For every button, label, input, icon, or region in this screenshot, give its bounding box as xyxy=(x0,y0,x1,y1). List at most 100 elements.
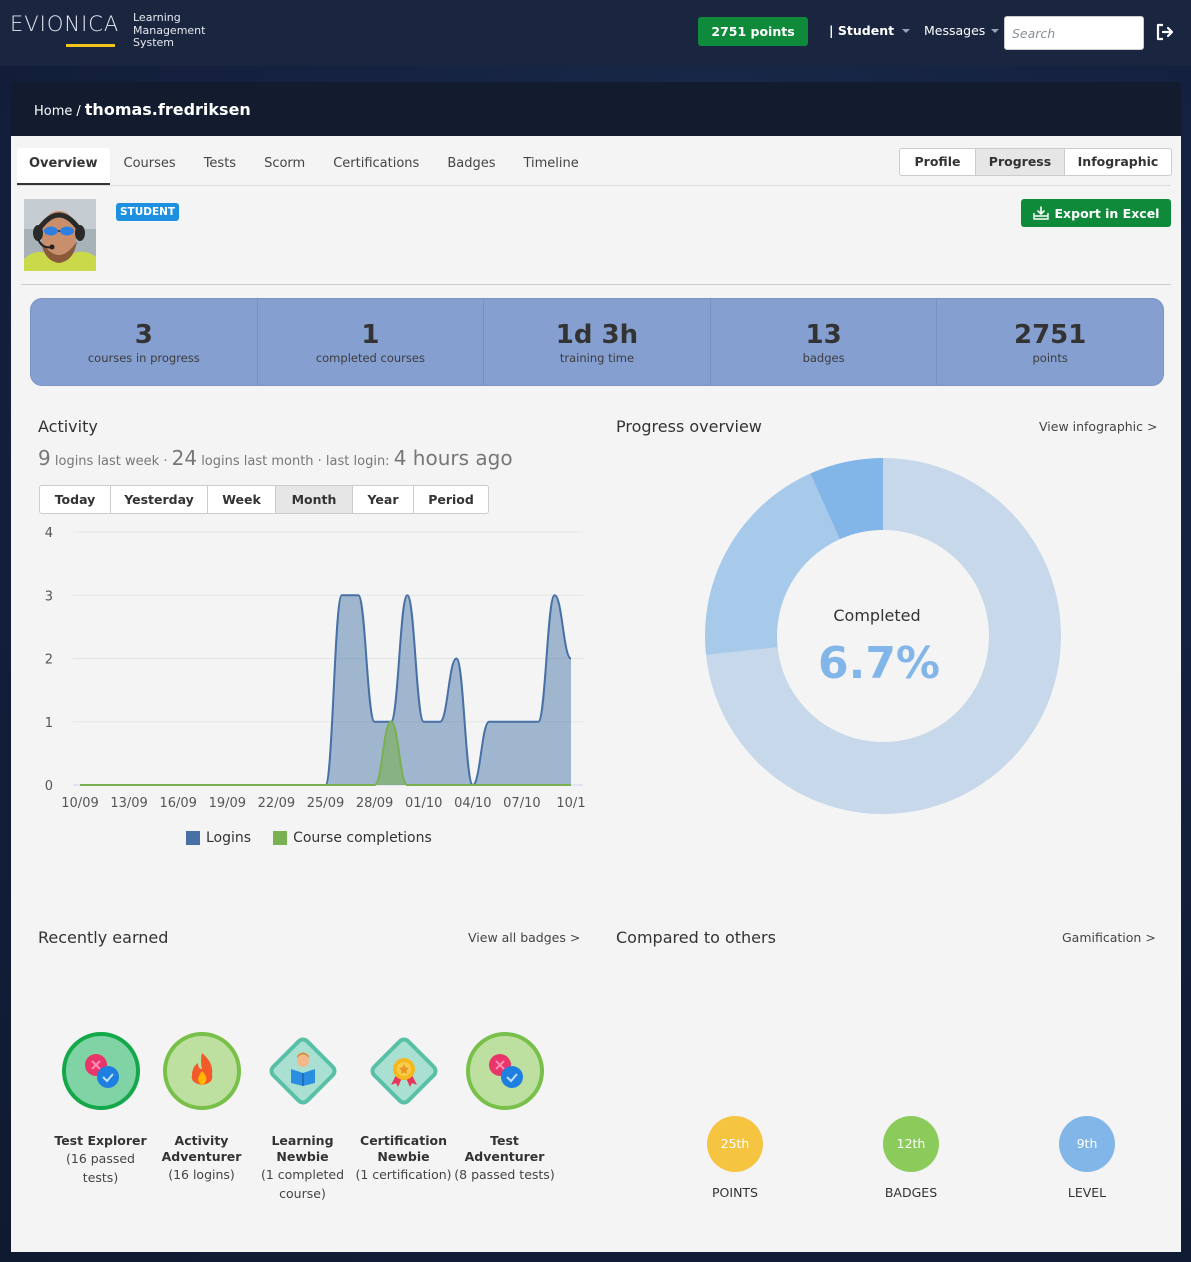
logo-subtitle-line: System xyxy=(133,36,175,49)
infographic-view-button[interactable]: Infographic xyxy=(1065,149,1171,175)
legend-course-completions[interactable]: Course completions xyxy=(273,830,432,846)
rank-badges: 12th BADGES xyxy=(823,1116,999,1200)
y-tick-label: 3 xyxy=(45,589,53,604)
tab-scorm[interactable]: Scorm xyxy=(250,148,319,186)
rank-list: 25th POINTS 12th BADGES 9th LEVEL xyxy=(647,1116,1175,1200)
x-tick-label: 16/09 xyxy=(159,796,196,811)
chevron-down-icon xyxy=(991,28,1000,33)
y-tick-label: 2 xyxy=(45,653,53,668)
legend-swatch-logins xyxy=(186,831,200,845)
x-tick-label: 28/09 xyxy=(356,796,393,811)
export-excel-label: Export in Excel xyxy=(1054,205,1160,221)
badge-name: Test Explorer xyxy=(54,1133,147,1148)
test-icon xyxy=(465,1032,544,1110)
download-icon xyxy=(1032,206,1049,220)
messages-menu[interactable]: Messages xyxy=(924,23,1000,38)
range-year-button[interactable]: Year xyxy=(353,486,414,513)
badge-name: Learning Newbie xyxy=(271,1133,334,1164)
badge-test-adventurer[interactable]: Test Adventurer (8 passed tests) xyxy=(454,1031,555,1203)
logout-icon[interactable] xyxy=(1155,22,1175,42)
rank-label: LEVEL xyxy=(1067,1185,1107,1200)
x-tick-label: 07/10 xyxy=(503,796,540,811)
range-period-button[interactable]: Period xyxy=(414,486,488,513)
badge-name: Activity Adventurer xyxy=(161,1133,242,1164)
export-excel-button[interactable]: Export in Excel xyxy=(1021,199,1171,227)
tab-certifications[interactable]: Certifications xyxy=(319,148,433,186)
stat-courses-in-progress: 3 courses in progress xyxy=(31,299,258,385)
range-today-button[interactable]: Today xyxy=(40,486,111,513)
badge-desc: (8 passed tests) xyxy=(454,1167,555,1182)
x-tick-label: 10/09 xyxy=(61,796,98,811)
donut-slice-in-progress[interactable] xyxy=(705,473,840,655)
logins-week-count: 9 xyxy=(38,446,51,470)
gamification-link[interactable]: Gamification > xyxy=(1062,930,1156,945)
tab-tests[interactable]: Tests xyxy=(190,148,250,186)
badge-certification-newbie[interactable]: Certification Newbie (1 certification) xyxy=(353,1031,454,1203)
rank-label: POINTS xyxy=(712,1185,758,1200)
series-area-logins xyxy=(80,595,571,785)
test-icon xyxy=(61,1032,140,1110)
stat-value: 1d 3h xyxy=(555,320,639,350)
stat-value: 3 xyxy=(134,320,153,350)
stat-badges: 13 badges xyxy=(711,299,938,385)
role-menu-label: | Student xyxy=(829,23,895,38)
breadcrumb-current: thomas.fredriksen xyxy=(84,100,251,119)
stat-value: 13 xyxy=(805,320,842,350)
chart-legend: Logins Course completions xyxy=(186,830,432,846)
profile-view-button[interactable]: Profile xyxy=(900,149,976,175)
stats-bar: 3 courses in progress 1 completed course… xyxy=(30,298,1164,386)
range-month-button[interactable]: Month xyxy=(276,486,353,513)
search-input[interactable] xyxy=(1004,16,1144,50)
range-yesterday-button[interactable]: Yesterday xyxy=(111,486,208,513)
badge-name: Certification Newbie xyxy=(360,1133,447,1164)
y-tick-label: 4 xyxy=(45,526,53,541)
badge-desc: (16 logins) xyxy=(168,1167,235,1182)
role-badge: STUDENT xyxy=(116,203,180,221)
x-tick-label: 04/10 xyxy=(454,796,491,811)
tab-courses[interactable]: Courses xyxy=(110,148,190,186)
badge-activity-adventurer[interactable]: Activity Adventurer (16 logins) xyxy=(151,1031,252,1203)
donut-center-label: Completed xyxy=(833,606,920,625)
role-menu[interactable]: | Student xyxy=(829,23,911,38)
tab-badges[interactable]: Badges xyxy=(433,148,509,186)
badge-test-explorer[interactable]: Test Explorer (16 passed tests) xyxy=(50,1031,151,1203)
tab-timeline[interactable]: Timeline xyxy=(509,148,592,186)
donut-center-value: 6.7% xyxy=(818,638,940,689)
range-selector: Today Yesterday Week Month Year Period xyxy=(39,485,489,514)
legend-logins[interactable]: Logins xyxy=(186,830,251,846)
view-infographic-link[interactable]: View infographic > xyxy=(1039,419,1157,434)
logo-subtitle-line: Learning xyxy=(133,11,181,24)
legend-label: Course completions xyxy=(293,830,432,846)
points-button[interactable]: 2751 points xyxy=(698,17,808,46)
compared-title: Compared to others xyxy=(616,928,776,947)
progress-view-button[interactable]: Progress xyxy=(976,149,1065,175)
rank-value: 12th xyxy=(883,1116,939,1172)
legend-label: Logins xyxy=(206,830,252,846)
badge-list: Test Explorer (16 passed tests) Activity… xyxy=(50,1031,555,1203)
stat-label: completed courses xyxy=(315,351,425,365)
tabs-divider xyxy=(17,185,1171,186)
stat-label: badges xyxy=(802,351,845,365)
view-all-badges-link[interactable]: View all badges > xyxy=(468,930,580,945)
evionica-logo[interactable]: EVIONICA xyxy=(10,10,120,50)
profile-tabs: Overview Courses Tests Scorm Certificati… xyxy=(17,148,593,186)
stat-label: points xyxy=(1032,351,1068,365)
logins-week-label: logins last week · xyxy=(54,454,168,469)
logins-month-label: logins last month · last login: xyxy=(201,454,390,469)
stat-value: 2751 xyxy=(1013,320,1087,350)
breadcrumb-home[interactable]: Home xyxy=(34,104,72,119)
stat-label: training time xyxy=(559,351,635,365)
rank-label: BADGES xyxy=(884,1185,938,1200)
stat-completed-courses: 1 completed courses xyxy=(258,299,485,385)
user-photo xyxy=(24,199,96,271)
chevron-down-icon xyxy=(902,28,911,33)
badge-desc: (1 certification) xyxy=(355,1167,452,1182)
logo-subtitle: Learning Management System xyxy=(133,11,205,50)
rank-points: 25th POINTS xyxy=(647,1116,823,1200)
stat-points: 2751 points xyxy=(937,299,1163,385)
activity-summary: 9 logins last week · 24 logins last mont… xyxy=(38,446,513,470)
x-tick-label: 01/10 xyxy=(405,796,442,811)
range-week-button[interactable]: Week xyxy=(208,486,276,513)
tab-overview[interactable]: Overview xyxy=(17,148,110,186)
badge-learning-newbie[interactable]: Learning Newbie (1 completed course) xyxy=(252,1031,353,1203)
